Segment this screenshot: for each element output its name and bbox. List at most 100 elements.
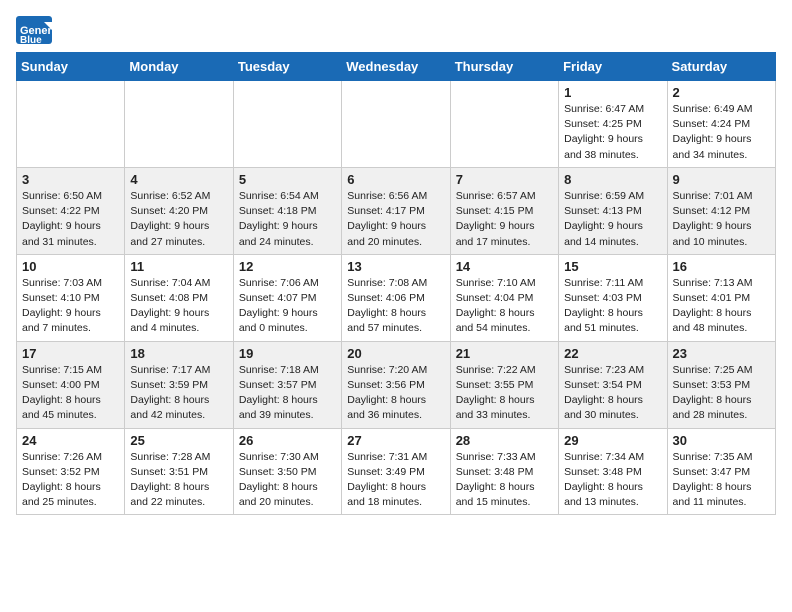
day-info: Sunrise: 7:06 AM Sunset: 4:07 PM Dayligh… — [239, 276, 336, 337]
day-info: Sunrise: 7:18 AM Sunset: 3:57 PM Dayligh… — [239, 363, 336, 424]
day-info: Sunrise: 6:50 AM Sunset: 4:22 PM Dayligh… — [22, 189, 119, 250]
calendar-cell: 21 Sunrise: 7:22 AM Sunset: 3:55 PM Dayli… — [450, 341, 558, 428]
day-header-sunday: Sunday — [17, 53, 125, 81]
calendar-cell: 29 Sunrise: 7:34 AM Sunset: 3:48 PM Dayli… — [559, 428, 667, 515]
logo: General Blue — [16, 16, 52, 44]
day-header-thursday: Thursday — [450, 53, 558, 81]
day-number: 12 — [239, 259, 336, 274]
day-header-friday: Friday — [559, 53, 667, 81]
day-header-tuesday: Tuesday — [233, 53, 341, 81]
calendar-cell: 26 Sunrise: 7:30 AM Sunset: 3:50 PM Dayli… — [233, 428, 341, 515]
day-number: 13 — [347, 259, 444, 274]
day-number: 29 — [564, 433, 661, 448]
calendar-cell: 30 Sunrise: 7:35 AM Sunset: 3:47 PM Dayli… — [667, 428, 775, 515]
calendar-cell: 24 Sunrise: 7:26 AM Sunset: 3:52 PM Dayli… — [17, 428, 125, 515]
calendar-cell — [125, 81, 233, 168]
svg-text:Blue: Blue — [20, 35, 42, 44]
day-number: 2 — [673, 85, 770, 100]
day-number: 14 — [456, 259, 553, 274]
day-number: 23 — [673, 346, 770, 361]
day-number: 3 — [22, 172, 119, 187]
day-info: Sunrise: 7:01 AM Sunset: 4:12 PM Dayligh… — [673, 189, 770, 250]
calendar-week-2: 3 Sunrise: 6:50 AM Sunset: 4:22 PM Daylig… — [17, 167, 776, 254]
calendar-cell: 20 Sunrise: 7:20 AM Sunset: 3:56 PM Dayli… — [342, 341, 450, 428]
calendar-cell: 22 Sunrise: 7:23 AM Sunset: 3:54 PM Dayli… — [559, 341, 667, 428]
day-number: 1 — [564, 85, 661, 100]
day-header-monday: Monday — [125, 53, 233, 81]
calendar-table: SundayMondayTuesdayWednesdayThursdayFrid… — [16, 52, 776, 515]
day-number: 16 — [673, 259, 770, 274]
day-header-saturday: Saturday — [667, 53, 775, 81]
day-number: 6 — [347, 172, 444, 187]
day-info: Sunrise: 7:10 AM Sunset: 4:04 PM Dayligh… — [456, 276, 553, 337]
calendar-cell: 7Sunrise: 6:57 AM Sunset: 4:15 PM Daylig… — [450, 167, 558, 254]
calendar-cell: 11Sunrise: 7:04 AM Sunset: 4:08 PM Dayli… — [125, 254, 233, 341]
calendar-cell: 15 Sunrise: 7:11 AM Sunset: 4:03 PM Dayli… — [559, 254, 667, 341]
calendar-cell: 4Sunrise: 6:52 AM Sunset: 4:20 PM Daylig… — [125, 167, 233, 254]
calendar-cell — [233, 81, 341, 168]
day-info: Sunrise: 7:23 AM Sunset: 3:54 PM Dayligh… — [564, 363, 661, 424]
day-number: 19 — [239, 346, 336, 361]
day-info: Sunrise: 7:30 AM Sunset: 3:50 PM Dayligh… — [239, 450, 336, 511]
calendar-week-3: 10 Sunrise: 7:03 AM Sunset: 4:10 PM Dayli… — [17, 254, 776, 341]
day-info: Sunrise: 7:33 AM Sunset: 3:48 PM Dayligh… — [456, 450, 553, 511]
calendar-week-5: 24 Sunrise: 7:26 AM Sunset: 3:52 PM Dayli… — [17, 428, 776, 515]
calendar-week-1: 1 Sunrise: 6:47 AM Sunset: 4:25 PM Daylig… — [17, 81, 776, 168]
day-number: 5 — [239, 172, 336, 187]
day-info: Sunrise: 7:35 AM Sunset: 3:47 PM Dayligh… — [673, 450, 770, 511]
day-number: 25 — [130, 433, 227, 448]
day-number: 10 — [22, 259, 119, 274]
day-header-wednesday: Wednesday — [342, 53, 450, 81]
calendar-cell — [450, 81, 558, 168]
calendar-cell: 19 Sunrise: 7:18 AM Sunset: 3:57 PM Dayli… — [233, 341, 341, 428]
calendar-cell — [17, 81, 125, 168]
day-info: Sunrise: 7:34 AM Sunset: 3:48 PM Dayligh… — [564, 450, 661, 511]
day-number: 7 — [456, 172, 553, 187]
day-info: Sunrise: 7:28 AM Sunset: 3:51 PM Dayligh… — [130, 450, 227, 511]
calendar-cell: 9 Sunrise: 7:01 AM Sunset: 4:12 PM Daylig… — [667, 167, 775, 254]
day-info: Sunrise: 6:56 AM Sunset: 4:17 PM Dayligh… — [347, 189, 444, 250]
calendar-cell: 23Sunrise: 7:25 AM Sunset: 3:53 PM Dayli… — [667, 341, 775, 428]
calendar-cell: 16 Sunrise: 7:13 AM Sunset: 4:01 PM Dayli… — [667, 254, 775, 341]
day-info: Sunrise: 7:15 AM Sunset: 4:00 PM Dayligh… — [22, 363, 119, 424]
calendar-cell: 5Sunrise: 6:54 AM Sunset: 4:18 PM Daylig… — [233, 167, 341, 254]
calendar-cell: 10 Sunrise: 7:03 AM Sunset: 4:10 PM Dayli… — [17, 254, 125, 341]
calendar-cell: 14 Sunrise: 7:10 AM Sunset: 4:04 PM Dayli… — [450, 254, 558, 341]
day-number: 9 — [673, 172, 770, 187]
day-number: 18 — [130, 346, 227, 361]
day-info: Sunrise: 7:17 AM Sunset: 3:59 PM Dayligh… — [130, 363, 227, 424]
day-number: 15 — [564, 259, 661, 274]
calendar-cell: 6 Sunrise: 6:56 AM Sunset: 4:17 PM Daylig… — [342, 167, 450, 254]
calendar-cell: 27 Sunrise: 7:31 AM Sunset: 3:49 PM Dayli… — [342, 428, 450, 515]
day-info: Sunrise: 6:47 AM Sunset: 4:25 PM Dayligh… — [564, 102, 661, 163]
calendar-cell: 1 Sunrise: 6:47 AM Sunset: 4:25 PM Daylig… — [559, 81, 667, 168]
day-number: 30 — [673, 433, 770, 448]
calendar-cell: 25 Sunrise: 7:28 AM Sunset: 3:51 PM Dayli… — [125, 428, 233, 515]
day-info: Sunrise: 7:03 AM Sunset: 4:10 PM Dayligh… — [22, 276, 119, 337]
day-info: Sunrise: 6:59 AM Sunset: 4:13 PM Dayligh… — [564, 189, 661, 250]
calendar-header-row: SundayMondayTuesdayWednesdayThursdayFrid… — [17, 53, 776, 81]
day-number: 21 — [456, 346, 553, 361]
day-info: Sunrise: 7:08 AM Sunset: 4:06 PM Dayligh… — [347, 276, 444, 337]
calendar-cell: 2Sunrise: 6:49 AM Sunset: 4:24 PM Daylig… — [667, 81, 775, 168]
day-info: Sunrise: 7:20 AM Sunset: 3:56 PM Dayligh… — [347, 363, 444, 424]
day-info: Sunrise: 7:26 AM Sunset: 3:52 PM Dayligh… — [22, 450, 119, 511]
day-info: Sunrise: 7:31 AM Sunset: 3:49 PM Dayligh… — [347, 450, 444, 511]
day-info: Sunrise: 7:22 AM Sunset: 3:55 PM Dayligh… — [456, 363, 553, 424]
day-info: Sunrise: 7:13 AM Sunset: 4:01 PM Dayligh… — [673, 276, 770, 337]
day-number: 11 — [130, 259, 227, 274]
day-number: 22 — [564, 346, 661, 361]
calendar-cell: 28Sunrise: 7:33 AM Sunset: 3:48 PM Dayli… — [450, 428, 558, 515]
calendar-cell: 17Sunrise: 7:15 AM Sunset: 4:00 PM Dayli… — [17, 341, 125, 428]
calendar-cell — [342, 81, 450, 168]
calendar-week-4: 17Sunrise: 7:15 AM Sunset: 4:00 PM Dayli… — [17, 341, 776, 428]
header: General Blue — [16, 16, 776, 44]
calendar-cell: 8Sunrise: 6:59 AM Sunset: 4:13 PM Daylig… — [559, 167, 667, 254]
day-number: 24 — [22, 433, 119, 448]
day-number: 26 — [239, 433, 336, 448]
day-info: Sunrise: 7:11 AM Sunset: 4:03 PM Dayligh… — [564, 276, 661, 337]
day-number: 27 — [347, 433, 444, 448]
calendar-cell: 13 Sunrise: 7:08 AM Sunset: 4:06 PM Dayli… — [342, 254, 450, 341]
calendar-cell: 3 Sunrise: 6:50 AM Sunset: 4:22 PM Daylig… — [17, 167, 125, 254]
day-number: 20 — [347, 346, 444, 361]
